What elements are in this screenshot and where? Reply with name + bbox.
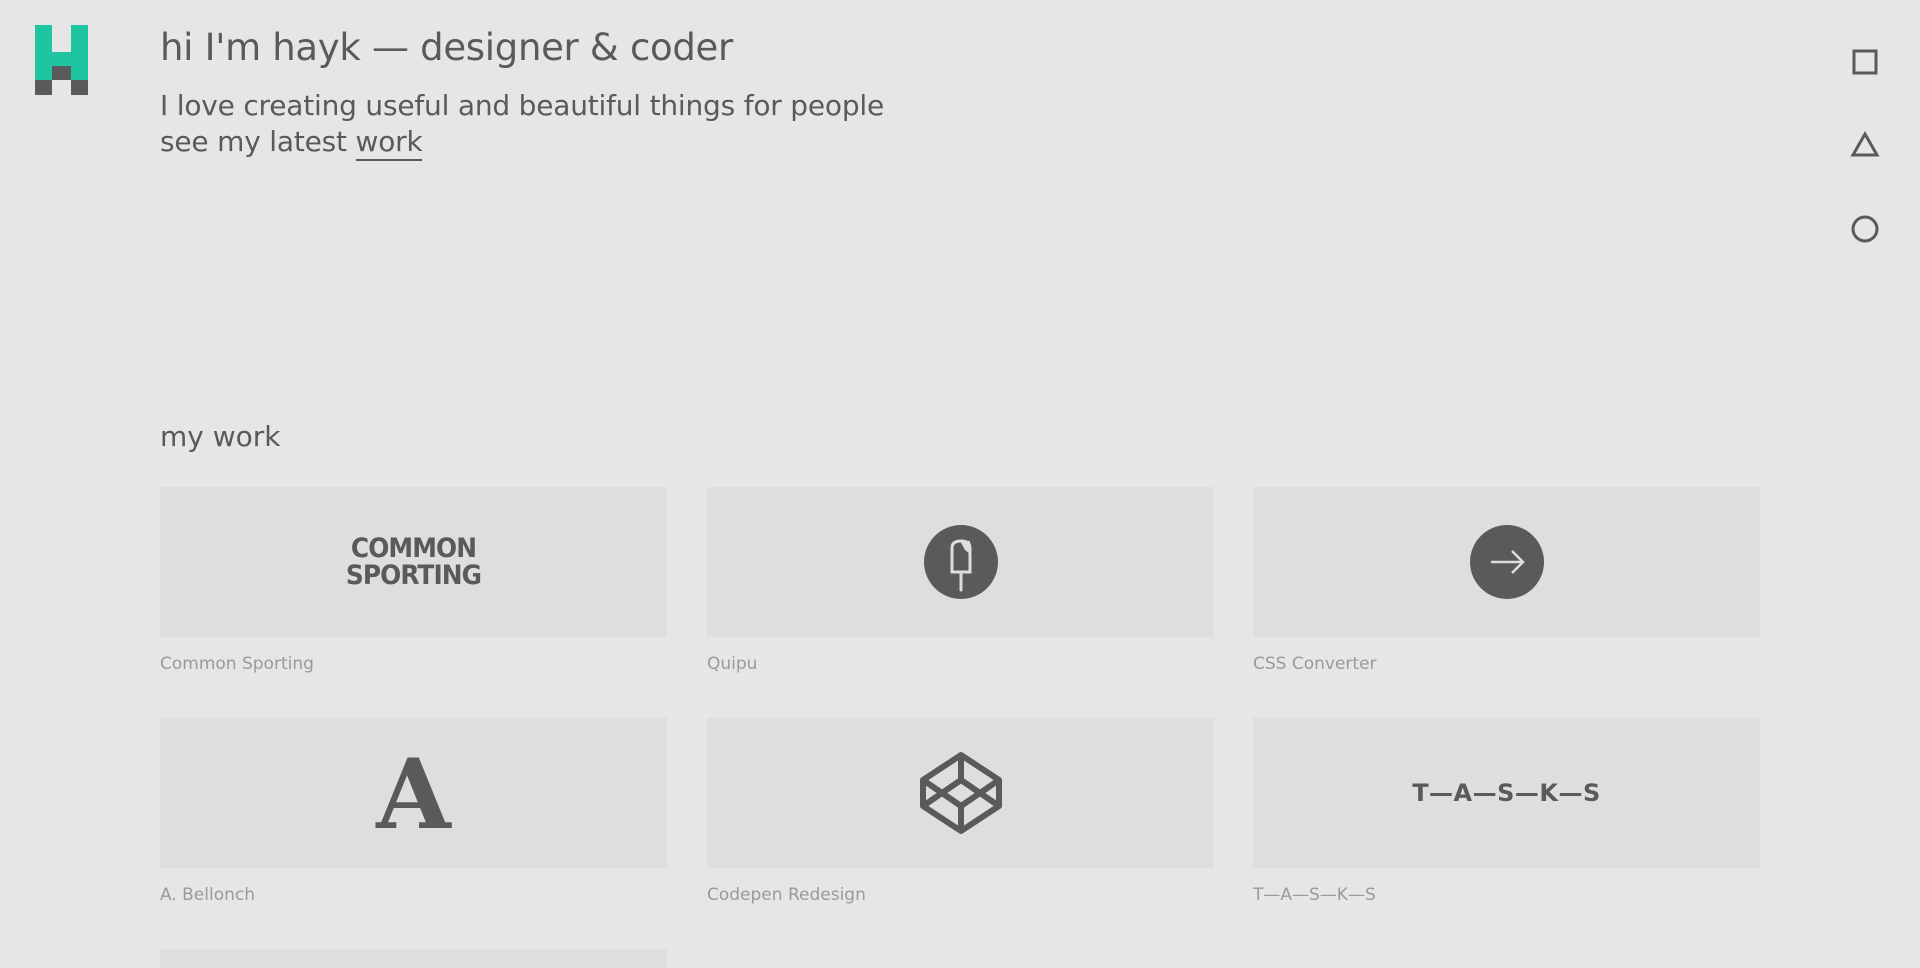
- work-card-quipu[interactable]: Quipu: [707, 487, 1214, 674]
- work-thumbnail: [707, 487, 1214, 637]
- common-sporting-logo: COMMON SPORTING: [345, 533, 482, 591]
- hero-line-2-prefix: see my latest: [160, 125, 356, 158]
- work-thumbnail: [707, 718, 1214, 868]
- work-caption: T—A—S—K—S: [1253, 885, 1376, 905]
- work-thumbnail: COMMON SPORTING: [160, 487, 667, 637]
- tasks-logo: T—A—S—K—S: [1412, 779, 1601, 807]
- work-caption: CSS Converter: [1253, 654, 1377, 674]
- work-thumbnail: [1253, 487, 1760, 637]
- popsicle-icon: [923, 525, 998, 599]
- work-card-css-converter[interactable]: CSS Converter: [1253, 487, 1760, 674]
- section-title: my work: [160, 420, 281, 453]
- work-thumbnail: A: [160, 718, 667, 868]
- work-caption: Quipu: [707, 654, 758, 674]
- work-link[interactable]: work: [355, 125, 423, 161]
- work-card-a-bellonch[interactable]: A A. Bellonch: [160, 718, 667, 905]
- page: hi I'm hayk — designer & coder I love cr…: [0, 0, 1920, 968]
- work-card-common-sporting[interactable]: COMMON SPORTING Common Sporting: [160, 487, 667, 674]
- work-card-partial[interactable]: [160, 949, 667, 968]
- codepen-icon: [919, 752, 1002, 834]
- hero-line-1: I love creating useful and beautiful thi…: [160, 89, 885, 122]
- work-card-tasks[interactable]: T—A—S—K—S T—A—S—K—S: [1253, 718, 1760, 905]
- arrow-right-icon: [1469, 525, 1544, 599]
- work-caption: A. Bellonch: [160, 885, 256, 905]
- work-thumbnail: T—A—S—K—S: [1253, 718, 1760, 868]
- work-caption: Codepen Redesign: [707, 885, 866, 905]
- hero: hi I'm hayk — designer & coder I love cr…: [160, 22, 885, 161]
- work-card-codepen-redesign[interactable]: Codepen Redesign: [707, 718, 1214, 905]
- work-caption: Common Sporting: [160, 654, 314, 674]
- circle-icon[interactable]: [1850, 214, 1880, 244]
- hero-subtitle: I love creating useful and beautiful thi…: [160, 88, 885, 161]
- hero-line-2: see my latest work: [160, 124, 884, 161]
- logo-icon[interactable]: [35, 25, 88, 95]
- work-thumbnail: [160, 949, 667, 968]
- page-title: hi I'm hayk — designer & coder: [160, 26, 733, 69]
- triangle-icon[interactable]: [1850, 130, 1880, 160]
- bellonch-logo: A: [376, 738, 451, 851]
- square-icon[interactable]: [1850, 47, 1880, 77]
